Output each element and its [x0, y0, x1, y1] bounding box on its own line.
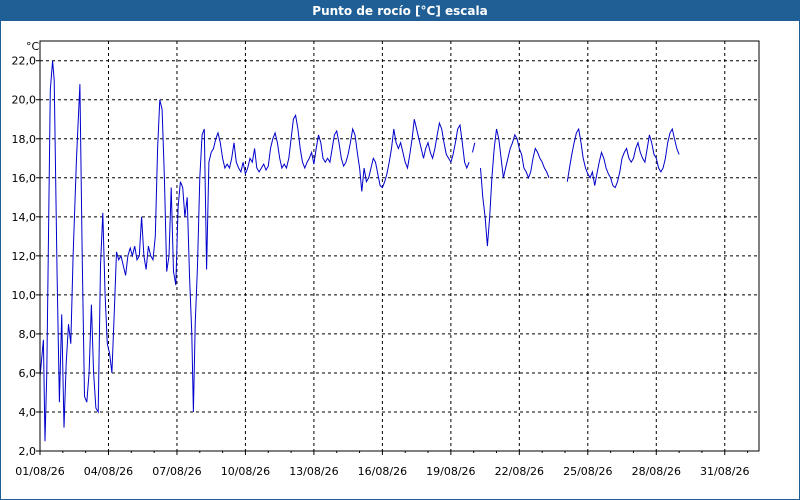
series-line-segment — [472, 142, 476, 153]
y-tick-label: 10,0 — [12, 289, 37, 302]
y-axis-unit: °C — [26, 40, 40, 53]
y-tick-label: 8,0 — [19, 328, 37, 341]
y-tick-label: 16,0 — [12, 172, 37, 185]
y-tick-label: 4,0 — [19, 406, 37, 419]
y-tick-label: 18,0 — [12, 133, 37, 146]
x-tick-label: 19/08/26 — [426, 465, 475, 478]
x-axis-ticks: 01/08/26 04/08/26 07/08/26 10/08/26 13/08/26… — [15, 451, 749, 478]
x-tick-label: 25/08/26 — [563, 465, 612, 478]
y-axis-ticks: 2,0 4,0 6,0 8,0 10,0 12,0 14,0 16,0 18,0 20,0 22,0 — [12, 55, 40, 458]
series-line-segment — [39, 60, 470, 442]
x-tick-label: 04/08/26 — [84, 465, 133, 478]
y-tick-label: 2,0 — [19, 445, 37, 458]
y-tick-label: 6,0 — [19, 367, 37, 380]
x-tick-label: 13/08/26 — [289, 465, 338, 478]
data-series — [39, 60, 680, 442]
x-tick-label: 22/08/26 — [495, 465, 544, 478]
series-line-segment — [480, 128, 550, 247]
y-tick-label: 20,0 — [12, 94, 37, 107]
dew-point-chart: 2,0 4,0 6,0 8,0 10,0 12,0 14,0 16,0 18,0 20,0 22,0… — [12, 40, 760, 478]
plot-frame — [39, 40, 760, 452]
y-tick-label: 12,0 — [12, 250, 37, 263]
y-tick-label: 14,0 — [12, 211, 37, 224]
x-tick-label: 07/08/26 — [152, 465, 201, 478]
x-tick-label: 10/08/26 — [221, 465, 270, 478]
chart-grid — [40, 41, 759, 451]
x-tick-label: 28/08/26 — [632, 465, 681, 478]
series-line-segment — [566, 127, 680, 189]
x-tick-label: 01/08/26 — [15, 465, 64, 478]
y-tick-label: 22,0 — [12, 55, 37, 68]
x-tick-label: 16/08/26 — [358, 465, 407, 478]
x-tick-label: 31/08/26 — [700, 465, 749, 478]
